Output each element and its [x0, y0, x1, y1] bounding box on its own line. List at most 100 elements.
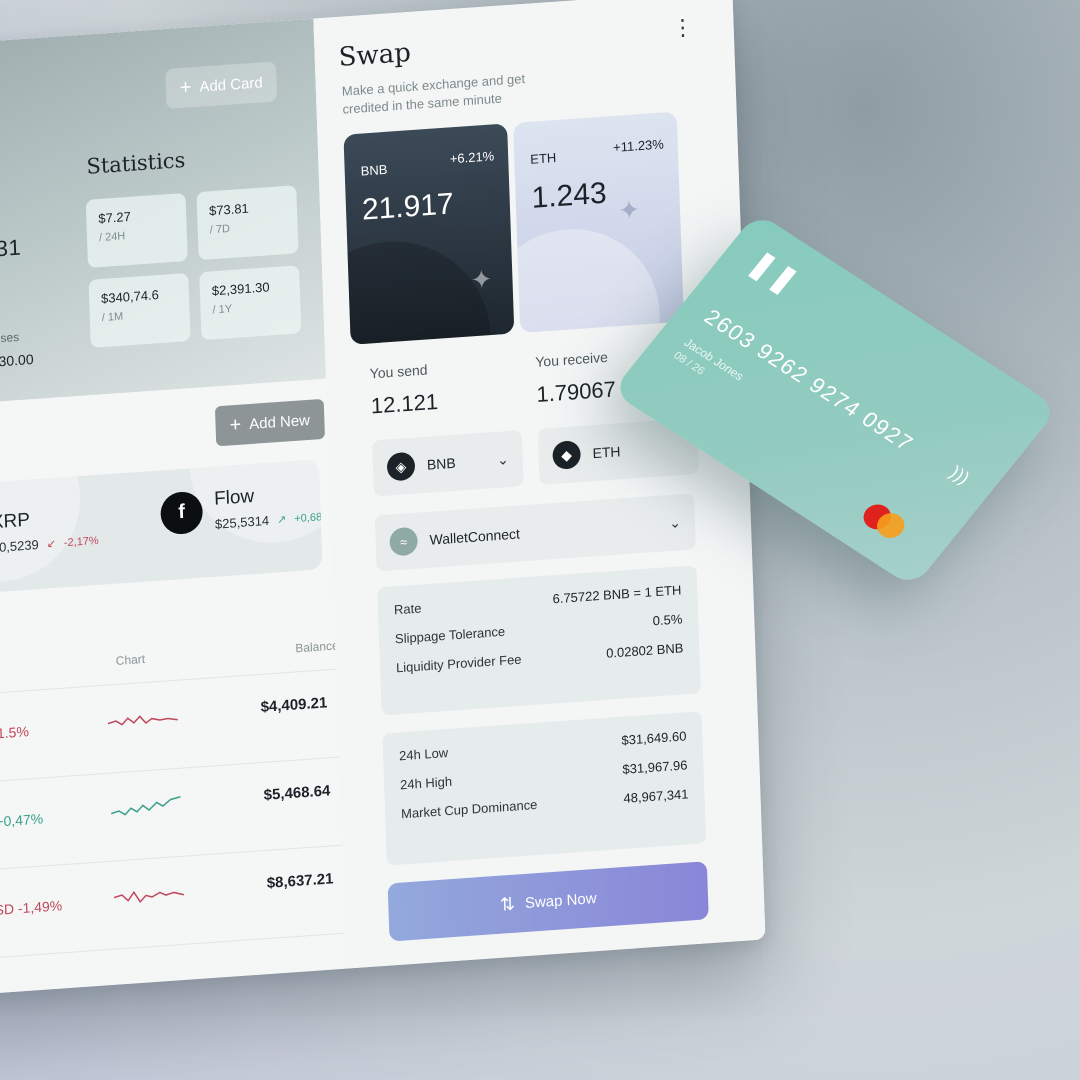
- token-symbol: BNB: [360, 161, 388, 179]
- expenses-label: xpenses: [0, 329, 20, 348]
- token-change: +6.21%: [449, 148, 495, 167]
- send-token-card[interactable]: BNB +6.21% 21.917 ✦: [343, 123, 515, 345]
- chart-column-header: Chart: [115, 651, 146, 668]
- token-amount: 1.243: [531, 176, 608, 215]
- balance-cents: 31: [0, 234, 22, 262]
- info-value: 6.75722 BNB = 1 ETH: [552, 582, 682, 607]
- chevron-down-icon: ⌄: [668, 513, 682, 531]
- balance-column-header: Balance: [295, 638, 339, 656]
- info-row: 24h Low $31,649.60: [399, 728, 687, 763]
- stat-value: $340,74.6: [100, 287, 160, 307]
- card-number: 2603 9262 9274 0927: [699, 304, 919, 457]
- row-balance: $5,468.64: [263, 782, 331, 804]
- info-label: 24h Low: [398, 744, 449, 764]
- token-change: +11.23%: [612, 136, 665, 156]
- plus-icon: +: [179, 76, 192, 100]
- info-label: Rate: [393, 600, 422, 618]
- send-token-select[interactable]: ◈ BNB ⌄: [372, 430, 524, 497]
- stat-1y[interactable]: $2,391.30 / 1Y: [199, 265, 302, 341]
- row-change: USD -1,49%: [0, 897, 63, 919]
- stat-1m[interactable]: $340,74.6 / 1M: [88, 272, 191, 348]
- swap-panel: Swap ⋮ Make a quick exchange and get cre…: [313, 0, 766, 969]
- info-value: 48,967,341: [623, 786, 689, 806]
- receive-label: You receive: [535, 348, 609, 370]
- info-label: Market Cup Dominance: [400, 796, 538, 822]
- swap-subtitle: Make a quick exchange and get credited i…: [341, 70, 526, 117]
- add-card-button[interactable]: + Add Card: [165, 61, 278, 110]
- dashboard-panel: + Add Card 7.31 xpenses $1,230.00 Statis…: [0, 0, 766, 1001]
- stat-value: $2,391.30: [211, 279, 270, 299]
- stat-period: / 1M: [101, 310, 124, 325]
- info-row: Liquidity Provider Fee 0.02802 BNB: [396, 640, 684, 675]
- select-value: BNB: [426, 454, 456, 473]
- row-change: D +0,47%: [0, 810, 44, 830]
- stat-period: / 1Y: [212, 302, 233, 317]
- stat-value: $73.81: [208, 200, 250, 219]
- swap-button-label: Swap Now: [524, 889, 597, 912]
- more-menu-icon[interactable]: ⋮: [671, 14, 694, 42]
- add-card-label: Add Card: [199, 73, 263, 96]
- receive-token-card[interactable]: ETH +11.23% 1.243 ✦: [513, 111, 684, 333]
- token-symbol: ETH: [530, 150, 557, 167]
- expenses-value: $1,230.00: [0, 350, 34, 372]
- coin-change: +0,68%: [294, 510, 323, 525]
- swap-title: Swap: [338, 37, 412, 73]
- stat-value: $7.27: [98, 208, 132, 227]
- stat-period: / 7D: [209, 222, 231, 237]
- scene: + Add Card 7.31 xpenses $1,230.00 Statis…: [0, 0, 1080, 1080]
- chevron-down-icon: ⌄: [496, 450, 510, 468]
- statistics-title: Statistics: [86, 147, 186, 179]
- swap-arrows-icon: ⇅: [499, 893, 516, 915]
- row-change: D -1.5%: [0, 723, 30, 743]
- info-value: 0.5%: [652, 611, 683, 629]
- contactless-icon: ))): [945, 462, 974, 488]
- row-balance: $8,637.21: [266, 870, 334, 892]
- sparkle-icon: ✦: [470, 263, 493, 296]
- info-value: 0.02802 BNB: [605, 640, 684, 661]
- info-label: 24h High: [399, 773, 453, 793]
- send-amount[interactable]: 12.121: [370, 389, 438, 420]
- coins-panel: XRP $0,5239 ↙ -2,17% f Flow $25,5314 ↗ +0,…: [0, 459, 323, 595]
- info-label: Liquidity Provider Fee: [395, 651, 522, 676]
- balance-hero: + Add Card 7.31 xpenses $1,230.00 Statis…: [0, 18, 326, 411]
- sparkline-chart: [107, 715, 178, 726]
- add-new-label: Add New: [248, 411, 311, 433]
- decor-circle: [513, 223, 663, 333]
- rate-info: Rate 6.75722 BNB = 1 ETH Slippage Toleran…: [377, 565, 701, 716]
- coin-xrp[interactable]: XRP $0,5239 ↙ -2,17%: [0, 505, 99, 556]
- receive-amount: 1.79067: [536, 376, 617, 407]
- info-row: Rate 6.75722 BNB = 1 ETH: [394, 582, 682, 617]
- send-label: You send: [369, 361, 428, 382]
- stat-period: / 24H: [98, 230, 126, 245]
- market-info: 24h Low $31,649.60 24h High $31,967.96 Mar…: [382, 711, 707, 866]
- info-row: 24h High $31,967.96: [400, 757, 688, 792]
- coin-change: -2,17%: [63, 534, 99, 549]
- add-new-button[interactable]: + Add New: [214, 398, 325, 447]
- stat-24h[interactable]: $7.27 / 24H: [85, 192, 188, 268]
- swap-now-button[interactable]: ⇅ Swap Now: [387, 861, 709, 942]
- sparkle-icon: ✦: [617, 194, 641, 226]
- info-row: Market Cup Dominance 48,967,341: [401, 786, 689, 821]
- total-balance: 7.31: [0, 220, 22, 269]
- arrow-down-icon: ↙: [46, 537, 57, 551]
- mastercard-logo-icon: [858, 499, 914, 546]
- sparkline-chart: [110, 796, 181, 816]
- stat-7d[interactable]: $73.81 / 7D: [196, 185, 299, 261]
- arrow-up-icon: ↗: [276, 513, 287, 527]
- info-value: $31,967.96: [622, 757, 688, 777]
- walletconnect-icon: ≈: [389, 526, 419, 557]
- plus-icon: +: [229, 413, 242, 437]
- wallet-name: WalletConnect: [429, 525, 521, 548]
- select-value: ETH: [592, 443, 621, 462]
- bnb-icon: ◈: [386, 451, 416, 482]
- wallet-select[interactable]: ≈ WalletConnect ⌄: [374, 493, 696, 572]
- sparkline-chart: [113, 890, 185, 904]
- bank-logo-icon: ❚❚: [741, 245, 805, 299]
- flow-logo-icon: f: [159, 490, 204, 535]
- row-balance: $4,409.21: [260, 694, 328, 716]
- info-value: $31,649.60: [621, 728, 687, 748]
- info-label: Slippage Tolerance: [394, 623, 506, 647]
- token-amount: 21.917: [361, 187, 455, 227]
- eth-icon: ◆: [552, 440, 582, 470]
- info-row: Slippage Tolerance 0.5%: [395, 611, 683, 646]
